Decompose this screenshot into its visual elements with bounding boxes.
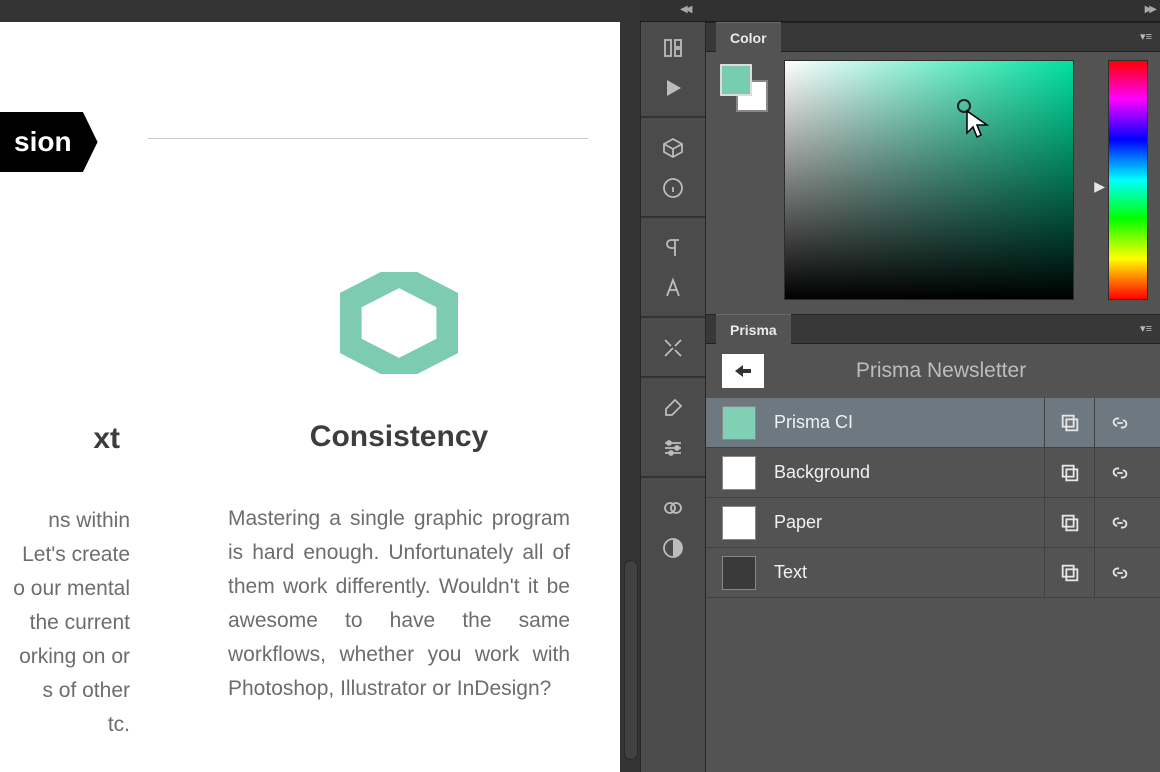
prisma-panel-body: Prisma Newsletter Prisma CI Background Pap… — [706, 344, 1160, 772]
arrange-icon[interactable] — [651, 30, 695, 66]
mouse-cursor-icon — [965, 109, 989, 146]
prisma-panel-header: Prisma ▾≡ — [706, 314, 1160, 344]
column-left: xt ns within Let's create o our mental t… — [0, 272, 130, 742]
swatch-name: Background — [774, 462, 1026, 483]
link-button[interactable] — [1094, 498, 1144, 548]
character-icon[interactable] — [651, 270, 695, 306]
panel-topbar: ◀◀ ▶▶ — [640, 0, 1160, 22]
color-picker-field[interactable] — [784, 60, 1074, 300]
col2-heading: Consistency — [228, 420, 570, 454]
toolstrip — [640, 0, 706, 772]
breadcrumb-title: Prisma Newsletter — [780, 359, 1144, 383]
col1-body: ns within Let's create o our mental the … — [0, 504, 130, 742]
color-panel-body: ▶ — [706, 52, 1160, 314]
swatch-chip — [722, 456, 756, 490]
play-icon[interactable] — [651, 70, 695, 106]
swatch-row[interactable]: Paper — [706, 498, 1160, 548]
info-icon[interactable] — [651, 170, 695, 206]
row-actions — [1044, 398, 1144, 448]
fg-bg-swatches[interactable] — [720, 64, 768, 112]
picker-cursor[interactable] — [957, 99, 971, 113]
row-actions — [1044, 498, 1144, 548]
back-button[interactable] — [722, 354, 764, 388]
copy-button[interactable] — [1044, 448, 1094, 498]
collapse-left-icon[interactable]: ◀◀ — [680, 4, 689, 15]
copy-button[interactable] — [1044, 548, 1094, 598]
scrollbar[interactable] — [624, 560, 638, 760]
row-actions — [1044, 448, 1144, 498]
swatch-name: Text — [774, 562, 1026, 583]
sliders-icon[interactable] — [651, 430, 695, 466]
fg-swatch[interactable] — [720, 64, 752, 96]
section-divider — [148, 138, 588, 139]
col1-heading: xt — [0, 422, 130, 456]
swatch-row[interactable]: Background — [706, 448, 1160, 498]
swatch-list: Prisma CI Background Paper Text — [706, 398, 1160, 598]
column-right: Consistency Mastering a single graphic p… — [228, 272, 570, 706]
swatch-name: Paper — [774, 512, 1026, 533]
section-tab: sion — [0, 112, 98, 172]
hue-handle-icon[interactable]: ▶ — [1094, 178, 1105, 195]
tools-icon[interactable] — [651, 330, 695, 366]
swatch-name: Prisma CI — [774, 412, 1026, 433]
hexagon-icon — [340, 272, 458, 374]
document-page[interactable]: sion xt ns within Let's create o our men… — [0, 22, 620, 772]
color-panel-tab[interactable]: Color — [716, 22, 781, 52]
row-actions — [1044, 548, 1144, 598]
swatch-chip — [722, 506, 756, 540]
contrast-icon[interactable] — [651, 530, 695, 566]
swatch-row[interactable]: Prisma CI — [706, 398, 1160, 448]
swatch-row[interactable]: Text — [706, 548, 1160, 598]
panel-menu-icon[interactable]: ▾≡ — [1140, 30, 1152, 43]
link-button[interactable] — [1094, 398, 1144, 448]
panel-menu-icon[interactable]: ▾≡ — [1140, 322, 1152, 335]
swatch-chip — [722, 556, 756, 590]
cc-icon[interactable] — [651, 490, 695, 526]
col2-body: Mastering a single graphic program is ha… — [228, 502, 570, 706]
swatch-chip — [722, 406, 756, 440]
canvas-area: sion xt ns within Let's create o our men… — [0, 0, 640, 772]
color-panel-header: Color ▾≡ — [706, 22, 1160, 52]
package-icon[interactable] — [651, 130, 695, 166]
paragraph-icon[interactable] — [651, 230, 695, 266]
prisma-panel-tab[interactable]: Prisma — [716, 314, 791, 344]
copy-button[interactable] — [1044, 398, 1094, 448]
link-button[interactable] — [1094, 448, 1144, 498]
hue-bar[interactable] — [1108, 60, 1148, 300]
prisma-breadcrumb-row: Prisma Newsletter — [706, 344, 1160, 398]
copy-button[interactable] — [1044, 498, 1094, 548]
panels: Color ▾≡ ▶ Prisma ▾≡ Prisma Newsletter P… — [706, 0, 1160, 772]
collapse-right-icon[interactable]: ▶▶ — [1145, 4, 1154, 15]
brush-icon[interactable] — [651, 390, 695, 426]
link-button[interactable] — [1094, 548, 1144, 598]
